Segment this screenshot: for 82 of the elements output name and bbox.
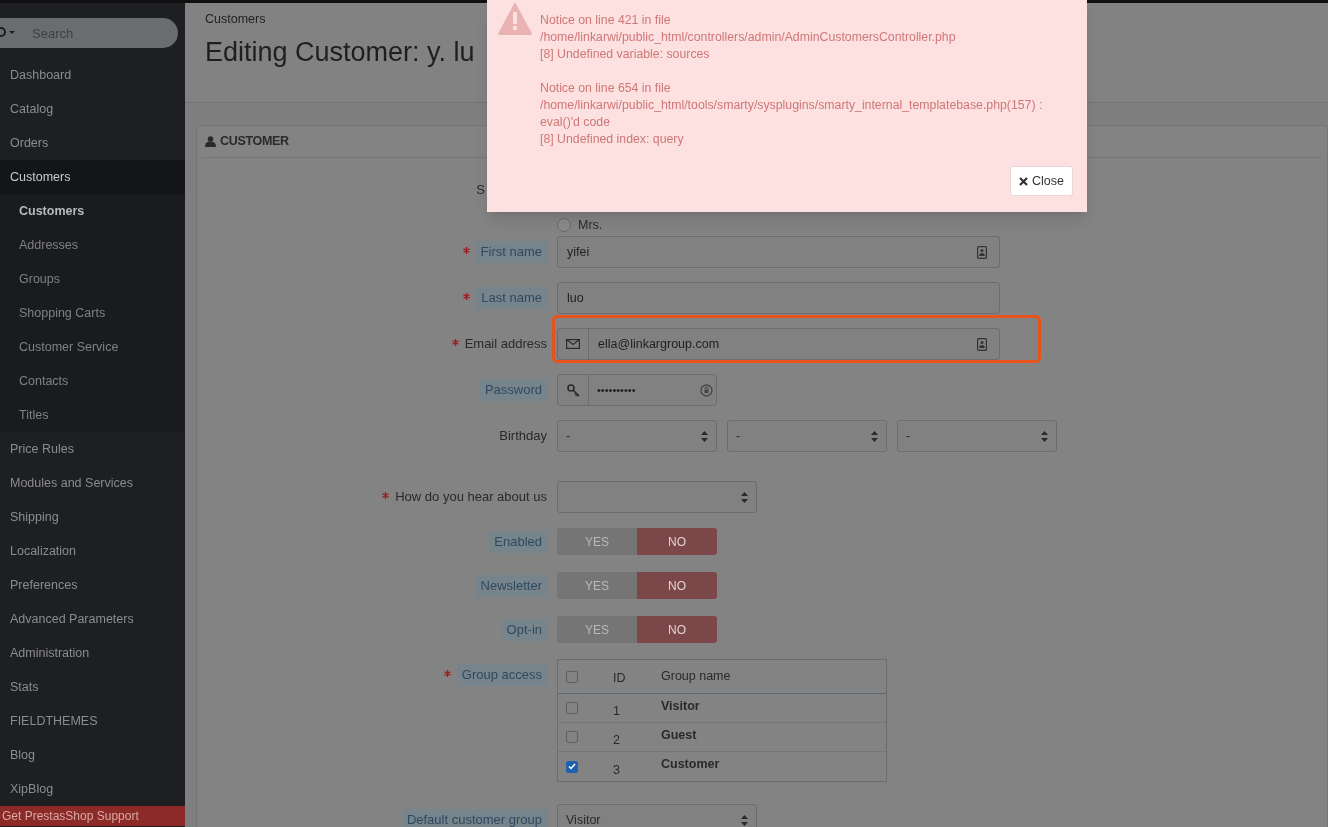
error-message: /home/linkarwi/public_html/controllers/admin/AdminCustomersController.php — [540, 29, 956, 46]
breadcrumb[interactable]: Customers — [205, 10, 266, 29]
sidebar-subitem[interactable]: Groups — [0, 262, 185, 296]
key-icon — [566, 383, 580, 397]
field-label: Default customer group — [401, 809, 547, 827]
error-message: /home/linkarwi/public_html/tools/smarty/sysplugins/smarty_internal_templatebase.php(157) : — [540, 97, 1043, 114]
error-message: Notice on line 421 in file — [540, 12, 671, 29]
sidebar-item[interactable]: Administration — [0, 636, 185, 670]
select-field[interactable] — [557, 481, 757, 513]
field-label: Last name — [476, 287, 547, 309]
field-label: Group access — [456, 664, 547, 686]
checkbox[interactable] — [566, 760, 578, 773]
sidebar-item[interactable]: Dashboard — [0, 58, 185, 92]
error-message: eval()'d code — [540, 114, 611, 131]
input-field[interactable]: ella@linkargroup.com — [557, 328, 1000, 360]
sidebar-item[interactable]: Customers — [0, 160, 185, 194]
updown-icon — [741, 814, 748, 826]
sidebar-subitem[interactable]: Customer Service — [0, 330, 185, 364]
sidebar-item[interactable]: Advanced Parameters — [0, 602, 185, 636]
sidebar-subitem[interactable]: Addresses — [0, 228, 185, 262]
column-header: Group name — [661, 668, 731, 686]
updown-icon — [741, 491, 748, 503]
password-field[interactable]: •••••••••• — [557, 374, 717, 406]
table-cell-text: Visitor — [661, 697, 700, 715]
sidebar-item[interactable]: Orders — [0, 126, 185, 160]
field-label: First name — [475, 241, 547, 263]
field-label: Newsletter — [475, 575, 547, 597]
sidebar-item[interactable]: Stats — [0, 670, 185, 704]
table-cell: 2 — [613, 733, 620, 747]
field-label: How do you hear about us — [395, 488, 547, 507]
search-icon — [0, 27, 18, 39]
warning-icon — [498, 3, 532, 35]
field-label: Password — [479, 379, 547, 401]
sidebar-item[interactable]: XipBlog — [0, 772, 185, 806]
error-message: [8] Undefined variable: sources — [540, 46, 710, 63]
close-icon — [1019, 176, 1028, 186]
sidebar-item[interactable]: Catalog — [0, 92, 185, 126]
select-field[interactable]: - — [727, 420, 887, 452]
checkbox[interactable] — [566, 670, 578, 683]
lock-icon — [700, 383, 713, 397]
envelope-icon — [566, 339, 580, 349]
sidebar-item[interactable]: Modules and Services — [0, 466, 185, 500]
table-cell-text: Customer — [661, 756, 720, 774]
field-label: Email address — [464, 335, 547, 354]
user-icon — [205, 136, 216, 147]
checkbox[interactable] — [566, 702, 578, 714]
sidebar-subitem[interactable]: Shopping Carts — [0, 296, 185, 330]
table-cell: 3 — [613, 762, 620, 777]
sidebar-item[interactable]: Shipping — [0, 500, 185, 534]
select-field[interactable]: - — [897, 420, 1057, 452]
select-field[interactable]: Visitor — [557, 804, 757, 827]
input-field[interactable]: yifei — [557, 236, 1000, 268]
table-cell: 1 — [613, 704, 620, 718]
sidebar-item[interactable]: Preferences — [0, 568, 185, 602]
sidebar-item[interactable]: Blog — [0, 738, 185, 772]
updown-icon — [1041, 430, 1048, 442]
input-field[interactable]: luo — [557, 282, 1000, 314]
close-button[interactable]: Close — [1010, 166, 1073, 196]
sidebar-subitem[interactable]: Titles — [0, 398, 185, 432]
sidebar-item[interactable]: FIELDTHEMES — [0, 704, 185, 738]
sidebar-item[interactable]: Price Rules — [0, 432, 185, 466]
field-label: Enabled — [489, 531, 547, 553]
error-message: [8] Undefined index: query — [540, 131, 684, 148]
table-cell-text: Guest — [661, 726, 697, 744]
updown-icon — [701, 430, 708, 442]
sidebar-subitem[interactable]: Contacts — [0, 364, 185, 398]
radio-button[interactable] — [557, 218, 571, 233]
sidebar-item[interactable]: Localization — [0, 534, 185, 568]
sidebar-subitem[interactable]: Customers — [0, 194, 185, 228]
checkbox[interactable] — [566, 731, 578, 743]
page-title: Editing Customer: y. lu — [205, 35, 475, 69]
field-label: Opt-in — [501, 619, 547, 641]
radio-label: Mrs. — [578, 217, 603, 234]
error-message: Notice on line 654 in file — [540, 80, 671, 97]
field-label: Birthday — [499, 427, 547, 446]
column-header: ID — [613, 670, 626, 685]
check-icon — [568, 763, 576, 770]
panel-title: CUSTOMER — [220, 133, 289, 151]
field-label: S — [476, 181, 485, 196]
support-link[interactable]: Get PrestasShop Support — [0, 806, 185, 826]
updown-icon — [871, 430, 878, 442]
select-field[interactable]: - — [557, 420, 717, 452]
